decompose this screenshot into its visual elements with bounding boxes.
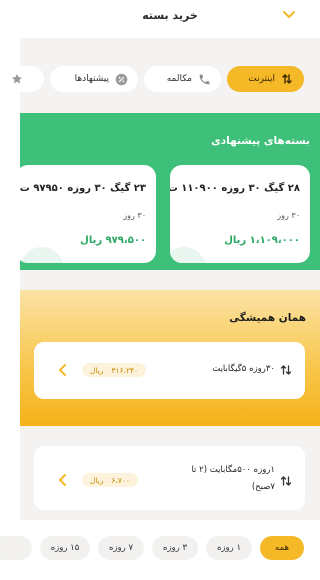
offers-list-background: ۱روزه ۵۰۰مگابایت (۲ تا ۷صبح) ۶،۷۰۰ ریال xyxy=(20,426,320,520)
tab-internet-label: اینترنت xyxy=(248,74,275,84)
bundle-duration: ۳۰ روز xyxy=(123,211,146,220)
offer-currency: ریال xyxy=(90,475,104,485)
filter-15-day[interactable]: ۱۵ روزه xyxy=(40,536,90,560)
card-decoration xyxy=(170,247,206,263)
offer-name: ۳۰روزه ۵گیگابایت xyxy=(212,364,275,374)
filter-3-day[interactable]: ۳ روزه xyxy=(152,536,198,560)
tab-calls-label: مکالمه xyxy=(166,74,192,84)
chevron-down-icon[interactable] xyxy=(282,10,296,20)
duration-filter-bar: همه ۱ روزه ۳ روزه ۷ روزه ۱۵ روزه xyxy=(0,520,320,580)
bundle-name: ۲۸ گیگ ۳۰ روزه ۱۱۰۹۰۰ ت xyxy=(170,183,300,194)
always-title: همان همیشگی xyxy=(229,312,306,324)
tab-favorites[interactable] xyxy=(6,66,44,92)
filter-7-day[interactable]: ۷ روزه xyxy=(98,536,144,560)
data-arrows-icon xyxy=(280,365,292,375)
data-arrows-icon xyxy=(280,476,292,486)
tab-offers-label: پیشنهادها xyxy=(74,74,109,84)
suggested-bundles-section: بسته‌های پیشنهادی ۲۸ گیگ ۳۰ روزه ۱۱۰۹۰۰ … xyxy=(16,113,320,270)
offer-row[interactable]: ۳۰روزه ۵گیگابایت ۳۱۶،۲۴۰ ریال xyxy=(34,342,305,399)
filter-all[interactable]: همه xyxy=(260,536,304,560)
suggested-title: بسته‌های پیشنهادی xyxy=(211,135,310,147)
bundle-price: ۱،۱۰۹،۰۰۰ ریال xyxy=(224,235,300,246)
offer-row[interactable]: ۱روزه ۵۰۰مگابایت (۲ تا ۷صبح) ۶،۷۰۰ ریال xyxy=(34,446,305,510)
offer-currency: ریال xyxy=(90,365,104,375)
offer-name: ۱روزه ۵۰۰مگابایت (۲ تا ۷صبح) xyxy=(191,465,275,492)
phone-icon xyxy=(197,72,211,86)
card-decoration xyxy=(20,247,64,263)
star-icon xyxy=(10,72,24,86)
page-title: خرید بسته xyxy=(142,9,198,22)
filter-more[interactable] xyxy=(0,536,32,560)
always-section: همان همیشگی ۳۰روزه ۵گیگابایت ۳۱۶،۲۴۰ ریا… xyxy=(20,290,320,426)
chevron-left-icon[interactable] xyxy=(58,473,67,487)
discount-badge-icon xyxy=(114,72,128,86)
offer-price: ۳۱۶،۲۴۰ xyxy=(111,365,139,375)
tab-offers[interactable]: پیشنهادها xyxy=(50,66,138,92)
offer-price-badge: ۶،۷۰۰ ریال xyxy=(82,473,138,487)
bundle-duration: ۳۰ روز xyxy=(277,211,300,220)
bundle-card[interactable]: ۲۸ گیگ ۳۰ روزه ۱۱۰۹۰۰ ت ۳۰ روز ۱،۱۰۹،۰۰۰… xyxy=(170,165,310,263)
section-spacer xyxy=(20,270,320,290)
tab-calls[interactable]: مکالمه xyxy=(144,66,221,92)
top-bar: خرید بسته xyxy=(20,0,320,38)
offer-price-badge: ۳۱۶،۲۴۰ ریال xyxy=(82,363,147,377)
data-arrows-icon xyxy=(280,72,294,86)
bundle-price: ۹۷۹،۵۰۰ ریال xyxy=(80,235,146,246)
tab-internet[interactable]: اینترنت xyxy=(227,66,304,92)
offer-price: ۶،۷۰۰ xyxy=(111,475,130,485)
bundle-card[interactable]: ۲۳ گیگ ۳۰ روزه ۹۷۹۵۰ ت ۳۰ روز ۹۷۹،۵۰۰ ری… xyxy=(16,165,156,263)
filter-1-day[interactable]: ۱ روزه xyxy=(206,536,252,560)
bundle-name: ۲۳ گیگ ۳۰ روزه ۹۷۹۵۰ ت xyxy=(19,183,146,194)
category-bar: اینترنت مکالمه پیشنهادها xyxy=(6,38,320,113)
chevron-left-icon[interactable] xyxy=(58,363,67,377)
